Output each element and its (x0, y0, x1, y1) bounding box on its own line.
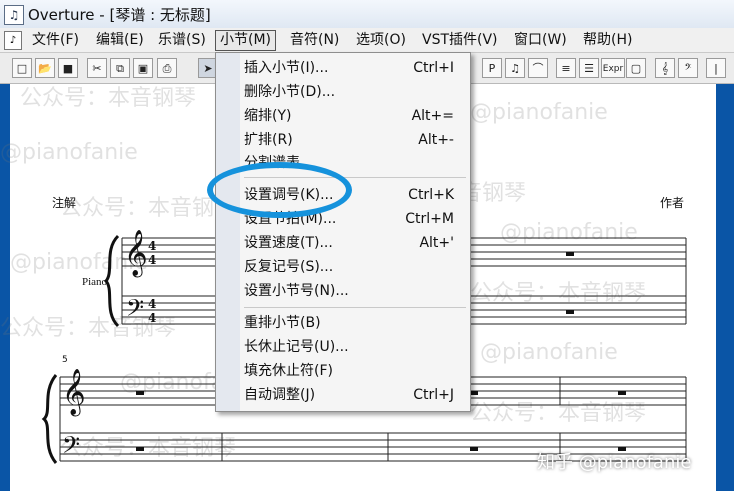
menu-item-multirest[interactable]: 长休止记号(U)... (244, 336, 466, 358)
time-signature-numerator: 4 (148, 297, 156, 311)
svg-text:𝄞: 𝄞 (124, 230, 148, 278)
menu-item-rearrange-measures[interactable]: 重排小节(B) (244, 312, 466, 334)
menu-item-expand[interactable]: 扩排(R) Alt+- (244, 129, 466, 151)
menu-item-set-measure-number[interactable]: 设置小节号(N)... (244, 280, 466, 302)
menu-icon-strip (216, 53, 240, 411)
zhihu-watermark: 知乎 @pianofanie (537, 452, 692, 473)
time-signature-denominator: 4 (148, 311, 156, 325)
time-signature-numerator: 4 (148, 239, 156, 253)
svg-text:𝄢: 𝄢 (126, 294, 144, 327)
menu-item-auto-adjust[interactable]: 自动调整(J) Ctrl+J (244, 384, 466, 406)
menu-item-fill-rests[interactable]: 填充休止符(F) (244, 360, 466, 382)
svg-text:𝄞: 𝄞 (62, 369, 86, 417)
menu-item-condense[interactable]: 缩排(Y) Alt+= (244, 105, 466, 127)
menu-item-repeat-marks[interactable]: 反复记号(S)... (244, 256, 466, 278)
time-signature-denominator: 4 (148, 253, 156, 267)
menu-item-delete-measure[interactable]: 删除小节(D)... (244, 81, 466, 103)
highlight-ring (207, 162, 352, 218)
menu-item-insert-measure[interactable]: 插入小节(I)... Ctrl+I (244, 57, 466, 79)
measure-menu-dropdown: 插入小节(I)... Ctrl+I 删除小节(D)... 缩排(Y) Alt+= 扩… (215, 52, 471, 412)
svg-text:𝄢: 𝄢 (62, 431, 80, 464)
menu-separator (244, 307, 466, 308)
menu-item-set-tempo[interactable]: 设置速度(T)... Alt+' (244, 232, 466, 254)
